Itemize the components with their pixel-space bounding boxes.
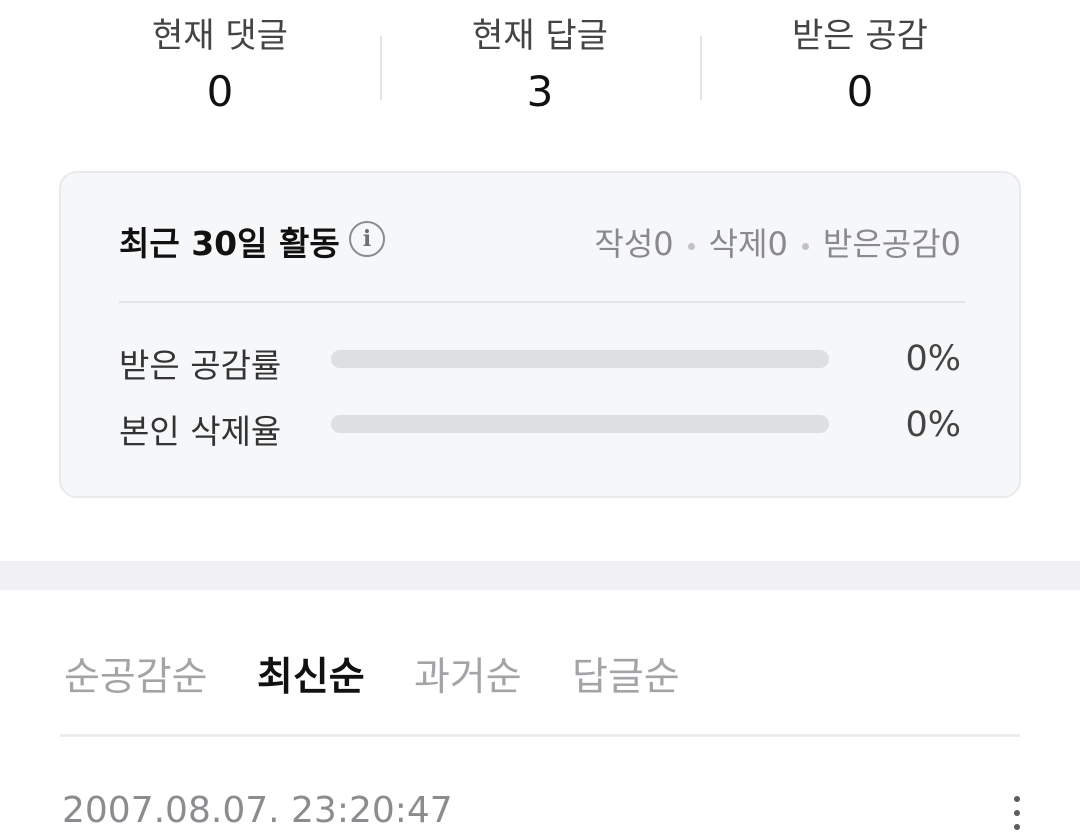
stat-label: 현재 댓글	[152, 16, 288, 56]
tab-sort-latest[interactable]: 최신순	[257, 646, 365, 702]
tab-sort-oldest[interactable]: 과거순	[414, 646, 522, 702]
info-icon[interactable]: i	[349, 221, 385, 257]
metric-value-delete-rate: 0%	[905, 405, 961, 445]
divider	[60, 734, 1020, 737]
stat-value: 0	[206, 67, 234, 116]
activity-title: 최근 30일 활동	[119, 224, 340, 263]
tab-sort-likes[interactable]: 순공감순	[64, 646, 208, 702]
metric-label-like-rate: 받은 공감률	[119, 346, 282, 385]
activity-summary: 작성0 삭제0 받은공감0	[594, 219, 961, 265]
sort-tabs: 순공감순 최신순 과거순 답글순	[0, 640, 1080, 710]
progress-bar-like-rate	[331, 350, 829, 368]
stat-value: 3	[526, 67, 554, 116]
summary-likes: 받은공감0	[822, 225, 961, 263]
metric-value-like-rate: 0%	[905, 339, 961, 379]
divider	[380, 36, 382, 100]
comment-timestamp: 2007.08.07. 23:20:47	[62, 790, 453, 831]
tab-sort-replies[interactable]: 답글순	[572, 646, 680, 702]
stat-received-likes: 받은 공감 0	[740, 12, 980, 124]
stat-current-comments: 현재 댓글 0	[100, 12, 340, 124]
stat-label: 받은 공감	[792, 16, 928, 56]
summary-deleted: 삭제0	[708, 225, 788, 263]
stat-label: 현재 답글	[472, 16, 608, 56]
stat-current-replies: 현재 답글 3	[420, 12, 660, 124]
progress-bar-delete-rate	[331, 415, 829, 433]
section-separator	[0, 561, 1080, 590]
separator-dot	[687, 242, 695, 250]
stat-value: 0	[846, 67, 874, 116]
activity-card: 최근 30일 활동 i 작성0 삭제0 받은공감0 받은 공감률 0% 본인 삭제율…	[59, 171, 1021, 498]
metric-label-delete-rate: 본인 삭제율	[119, 412, 282, 451]
separator-dot	[801, 242, 809, 250]
divider	[119, 301, 965, 303]
summary-written: 작성0	[594, 225, 674, 263]
divider	[700, 36, 702, 100]
stats-summary: 현재 댓글 0 현재 답글 3 받은 공감 0	[0, 0, 1080, 140]
more-vertical-icon[interactable]	[1005, 796, 1029, 840]
